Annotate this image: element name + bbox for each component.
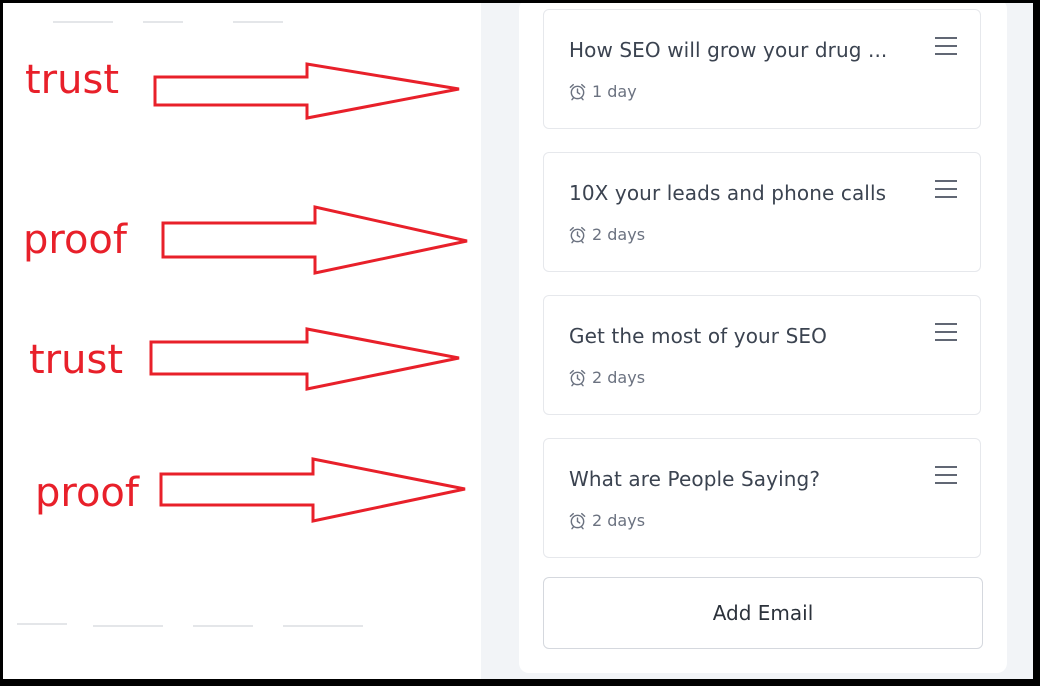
email-card[interactable]: 10X your leads and phone calls 2 days bbox=[543, 152, 981, 272]
menu-icon[interactable] bbox=[934, 465, 958, 485]
email-delay: 2 days bbox=[568, 368, 645, 387]
email-sequence-panel: How SEO will grow your drug ... 1 day 10… bbox=[519, 3, 1007, 673]
sequence-panel-background: How SEO will grow your drug ... 1 day 10… bbox=[481, 3, 1033, 679]
annotation-trust-1: trust bbox=[25, 57, 120, 103]
delay-text: 2 days bbox=[592, 225, 646, 244]
email-delay: 2 days bbox=[568, 225, 645, 244]
email-title[interactable]: Get the most of your SEO bbox=[569, 324, 827, 348]
annotation-area: trust proof trust proof bbox=[3, 3, 481, 679]
email-title[interactable]: 10X your leads and phone calls bbox=[569, 181, 886, 205]
email-card[interactable]: What are People Saying? 2 days bbox=[543, 438, 981, 558]
annotation-proof-2: proof bbox=[35, 470, 139, 516]
arrow-icon bbox=[159, 457, 466, 523]
alarm-clock-icon bbox=[569, 512, 586, 530]
menu-icon[interactable] bbox=[934, 179, 958, 199]
delay-text: 2 days bbox=[592, 511, 646, 530]
add-email-button[interactable]: Add Email bbox=[543, 577, 983, 649]
annotation-trust-2: trust bbox=[29, 337, 124, 383]
arrow-icon bbox=[153, 62, 460, 120]
menu-icon[interactable] bbox=[934, 36, 958, 56]
email-delay: 1 day bbox=[568, 82, 637, 101]
alarm-clock-icon bbox=[569, 369, 586, 387]
email-title[interactable]: What are People Saying? bbox=[569, 467, 820, 491]
email-title[interactable]: How SEO will grow your drug ... bbox=[569, 38, 887, 62]
annotation-proof-1: proof bbox=[23, 217, 127, 263]
arrow-icon bbox=[149, 327, 460, 391]
alarm-clock-icon bbox=[569, 226, 586, 244]
arrow-icon bbox=[161, 205, 468, 275]
email-delay: 2 days bbox=[568, 511, 645, 530]
alarm-clock-icon bbox=[569, 83, 586, 101]
delay-text: 2 days bbox=[592, 368, 646, 387]
email-card[interactable]: Get the most of your SEO 2 days bbox=[543, 295, 981, 415]
email-card[interactable]: How SEO will grow your drug ... 1 day bbox=[543, 9, 981, 129]
screenshot-frame: trust proof trust proof How SEO will gro… bbox=[3, 3, 1033, 679]
delay-text: 1 day bbox=[592, 82, 637, 101]
menu-icon[interactable] bbox=[934, 322, 958, 342]
